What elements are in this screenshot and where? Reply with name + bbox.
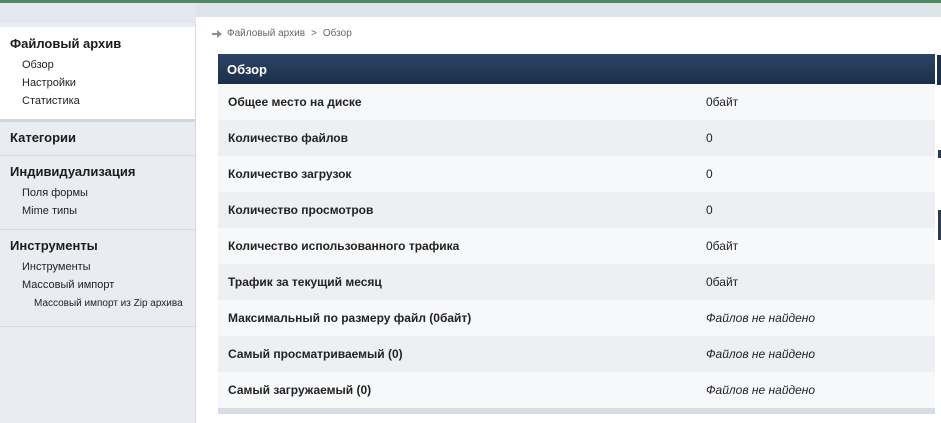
- row-value: 0: [706, 167, 713, 181]
- sidebar-top-shade: [0, 3, 196, 23]
- row-label: Количество загрузок: [228, 167, 352, 181]
- row-value: 0байт: [706, 239, 739, 253]
- row-value: 0байт: [706, 275, 739, 289]
- panel-footer-bar: [218, 408, 935, 414]
- sidebar-item-tools[interactable]: Инструменты: [10, 258, 195, 276]
- arrow-right-icon: [212, 29, 222, 38]
- breadcrumb-current: Обзор: [322, 28, 352, 39]
- row-label: Количество просмотров: [228, 203, 374, 217]
- row-value: 0байт: [706, 95, 739, 109]
- sidebar-item-form-fields[interactable]: Поля формы: [10, 184, 195, 202]
- row-label: Максимальный по размеру файл (0байт): [228, 311, 472, 325]
- sidebar-item-statistics[interactable]: Статистика: [10, 92, 195, 110]
- right-edge-bar: [937, 55, 941, 85]
- sidebar-section-tools: Инструменты Инструменты Массовый импорт …: [0, 230, 195, 327]
- table-row: Количество файлов 0: [218, 120, 935, 156]
- sidebar-section-title[interactable]: Категории: [10, 130, 195, 146]
- row-label: Трафик за текущий месяц: [228, 275, 382, 289]
- table-row: Количество загрузок 0: [218, 156, 935, 192]
- main-content: Файловый архив > Обзор Обзор Общее место…: [196, 17, 941, 423]
- sidebar-item-mime-types[interactable]: Mime типы: [10, 202, 195, 220]
- row-label: Количество использованного трафика: [228, 239, 460, 253]
- row-value: 0: [706, 203, 713, 217]
- table-row: Максимальный по размеру файл (0байт) Фай…: [218, 300, 935, 336]
- sidebar-section-file-archive: Файловый архив Обзор Настройки Статистик…: [0, 27, 195, 122]
- table-row: Трафик за текущий месяц 0байт: [218, 264, 935, 300]
- breadcrumb: Файловый архив > Обзор: [212, 28, 352, 39]
- table-row: Количество просмотров 0: [218, 192, 935, 228]
- breadcrumb-separator: >: [311, 28, 317, 39]
- row-label: Самый загружаемый (0): [228, 383, 372, 397]
- overview-panel: Обзор Общее место на диске 0байт Количес…: [218, 54, 935, 414]
- sidebar-item-settings[interactable]: Настройки: [10, 74, 195, 92]
- sidebar-subitem-zip-import[interactable]: Массовый импорт из Zip архива: [10, 294, 190, 310]
- table-row: Самый просматриваемый (0) Файлов не найд…: [218, 336, 935, 372]
- row-label: Количество файлов: [228, 131, 348, 145]
- sidebar-section-title[interactable]: Индивидуализация: [10, 164, 195, 180]
- sidebar-section-title[interactable]: Инструменты: [10, 238, 195, 254]
- row-label: Общее место на диске: [228, 95, 362, 109]
- row-value: Файлов не найдено: [706, 383, 816, 397]
- row-value: 0: [706, 131, 713, 145]
- row-value: Файлов не найдено: [706, 347, 816, 361]
- breadcrumb-root-link[interactable]: Файловый архив: [227, 28, 305, 39]
- sidebar-item-overview[interactable]: Обзор: [10, 56, 195, 74]
- table-row: Количество использованного трафика 0байт: [218, 228, 935, 264]
- panel-title: Обзор: [218, 54, 935, 84]
- table-row: Самый загружаемый (0) Файлов не найдено: [218, 372, 935, 408]
- row-value: Файлов не найдено: [706, 311, 816, 325]
- sidebar-section-title[interactable]: Файловый архив: [10, 36, 195, 52]
- row-label: Самый просматриваемый (0): [228, 347, 403, 361]
- sidebar-section-customization: Индивидуализация Поля формы Mime типы: [0, 156, 195, 230]
- sidebar: Файловый архив Обзор Настройки Статистик…: [0, 3, 196, 423]
- sidebar-item-mass-import[interactable]: Массовый импорт: [10, 276, 195, 294]
- sidebar-section-categories: Категории: [0, 122, 195, 156]
- table-row: Общее место на диске 0байт: [218, 84, 935, 120]
